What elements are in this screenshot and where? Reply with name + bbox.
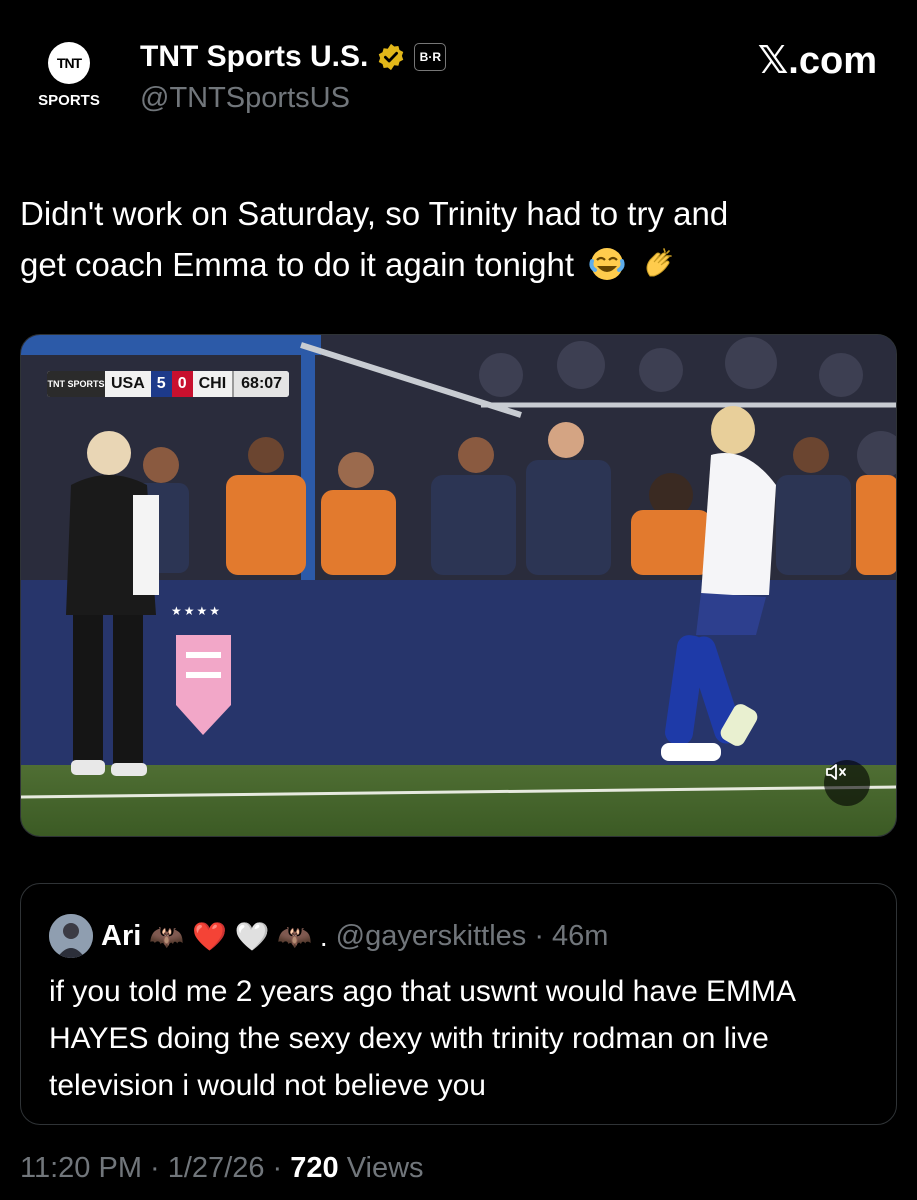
video-player[interactable]: ★★★★ TNT SPORTS USA 5 0 CHI 68:07 [20,334,897,837]
tweet-meta: 11:20 PM · 1/27/26 · 720 Views [20,1152,424,1185]
tweet-text-line-2-text: get coach Emma to do it again tonight [20,246,575,283]
tweet-text-line-1: Didn't work on Saturday, so Trinity had … [20,195,729,232]
affiliate-badge[interactable]: B·R [414,43,447,71]
quote-handle-time[interactable]: @gayerskittles · 46m [336,920,609,953]
quote-avatar[interactable] [49,914,93,958]
verified-gold-badge-icon [379,43,404,71]
scorebug-team-2: CHI [198,375,227,392]
face-with-tears-of-joy-icon [589,248,625,280]
tweet-text-line-2: get coach Emma to do it again tonight [20,239,900,290]
account-handle[interactable]: @TNTSportsUS [140,82,350,115]
quote-name-emojis: 🦇 ❤️ 🤍 🦇 . [149,920,328,952]
account-avatar[interactable]: TNT SPORTS [28,38,110,120]
svg-text:★★★★: ★★★★ [171,604,222,618]
tweet-text: Didn't work on Saturday, so Trinity had … [20,188,900,290]
scorebug-logo: TNT SPORTS [47,371,105,397]
scorebug-clock: 68:07 [232,371,290,397]
quote-avatar-image [49,914,93,958]
views-count: 720 [290,1152,339,1184]
scorebug-score-1: 5 [150,371,172,397]
quote-tweet[interactable]: Ari 🦇 ❤️ 🤍 🦇 . @gayerskittles · 46m if y… [20,883,897,1125]
display-name[interactable]: TNT Sports U.S. [140,40,368,74]
scorebug-team-1: USA [111,375,145,392]
site-label: 𝕏.com [757,40,877,82]
clapping-hands-icon [646,248,673,277]
quote-text: if you told me 2 years ago that uswnt wo… [49,975,795,1102]
quote-header: Ari 🦇 ❤️ 🤍 🦇 . @gayerskittles · 46m [49,914,608,958]
views-label: Views [338,1152,424,1184]
tnt-logo-sports: SPORTS [38,92,100,109]
speaker-muted-icon [826,764,846,780]
name-row: TNT Sports U.S. B·R [140,40,447,74]
quote-author-name[interactable]: Ari [101,920,141,953]
mute-button[interactable] [824,760,870,806]
tnt-logo-circle: TNT [48,42,90,84]
scorebug: TNT SPORTS USA 5 0 CHI 68:07 [47,371,290,397]
tweet-timestamp[interactable]: 11:20 PM · 1/27/26 · [20,1152,290,1184]
scorebug-score-2: 0 [171,371,193,397]
video-frame: ★★★★ [21,335,896,836]
